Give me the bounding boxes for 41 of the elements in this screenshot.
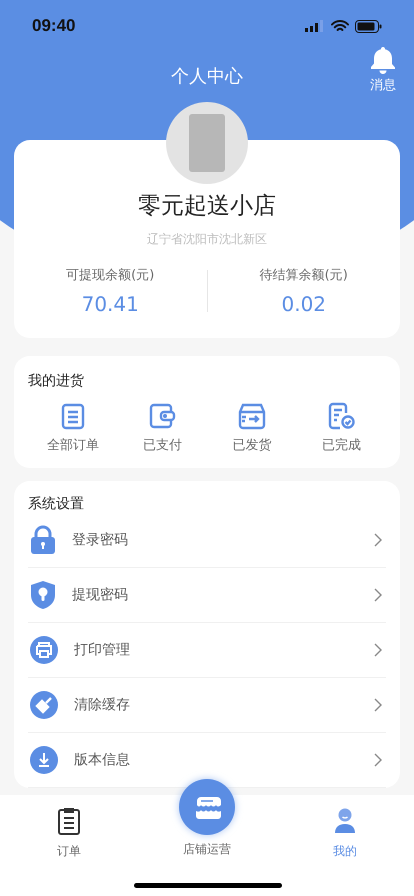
tab-bar-item[interactable]: 我的 [276,807,414,860]
chevron-right-icon [374,698,382,712]
wifi-icon [331,20,349,32]
order-filter-button[interactable]: 已支付 [118,402,207,454]
settings-item[interactable]: 提现密码 [28,568,386,623]
settings-item[interactable]: 清除缓存 [28,678,386,733]
order-filter-button[interactable]: 已发货 [207,402,296,454]
chevron-right-icon [374,753,382,767]
balance-amount: 0.02 [281,292,326,316]
document-check-icon [327,402,356,430]
section-title: 系统设置 [28,495,85,513]
balance-label: 可提现余额(元) [66,267,154,284]
box-arrow-icon [236,402,267,430]
clipboard-icon [57,807,81,835]
list-icon [60,402,86,430]
shop-address: 辽宁省沈阳市沈北新区 [147,231,267,248]
page-title: 个人中心 [171,65,243,88]
chevron-right-icon [374,533,382,547]
settings-item[interactable]: 登录密码 [28,513,386,568]
wallet-icon [148,402,176,430]
settings-item[interactable]: 打印管理 [28,623,386,678]
battery-icon [355,20,382,32]
shop-name: 零元起送小店 [138,192,276,221]
chevron-right-icon [374,588,382,602]
signal-icon [305,20,325,32]
messages-button[interactable]: 消息 [370,46,396,94]
printer-icon [30,636,58,664]
bell-icon [370,46,396,74]
status-time: 09:40 [32,16,76,36]
section-title: 我的进货 [28,372,85,390]
order-filter-button[interactable]: 全部订单 [28,402,118,454]
shield-icon [30,580,56,610]
download-icon [30,746,58,774]
tab-bar-item[interactable]: 订单 [0,807,138,860]
brush-icon [30,691,58,719]
person-icon [333,807,357,835]
lock-icon [30,525,56,555]
balance-label: 待结算余额(元) [260,267,348,284]
chevron-right-icon [374,643,382,657]
balance-amount: 70.41 [82,292,139,316]
order-filter-button[interactable]: 已完成 [296,402,386,454]
